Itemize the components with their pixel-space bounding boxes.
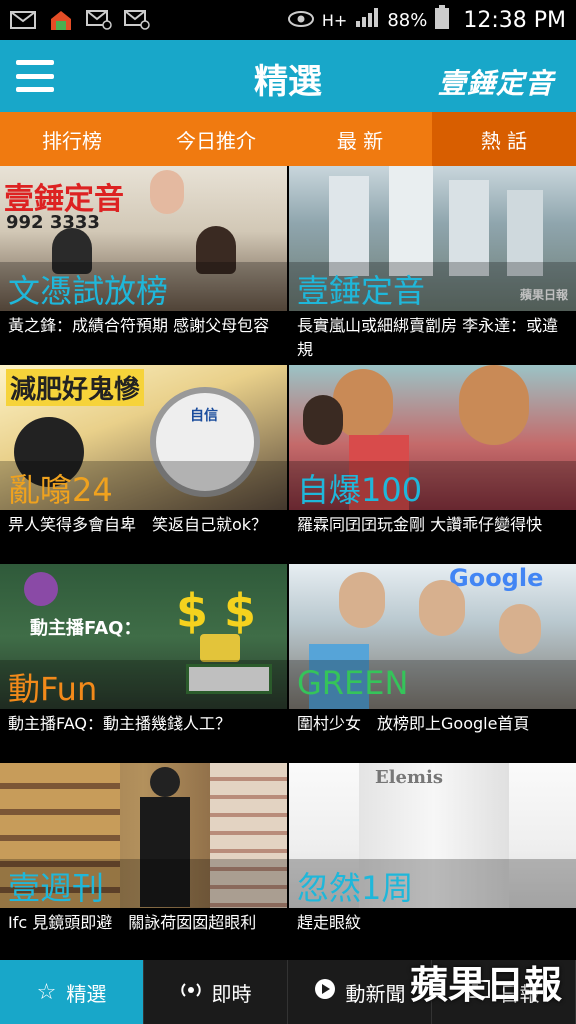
tile-caption: 趕走眼紋 — [297, 913, 362, 932]
app-bar: 精選 壹錘定音 — [0, 40, 576, 112]
tile-caption: 動主播FAQ：動主播幾錢人工？ — [8, 714, 231, 733]
tile-caption: 羅霖同囝囝玩金剛 大讚乖仔變得快 — [297, 515, 543, 534]
signal-icon — [355, 7, 379, 33]
tile-category: 壹錘定音 — [297, 272, 426, 310]
mail-icon — [10, 9, 36, 31]
tile-confession-100[interactable]: 自爆100 羅霖同囝囝玩金剛 大讚乖仔變得快 — [289, 365, 576, 564]
tab-today-picks[interactable]: 今日推介 — [144, 112, 288, 166]
tab-hot-topics[interactable]: 熱 話 — [432, 112, 576, 166]
eye-icon — [287, 8, 314, 33]
mail-at-icon — [86, 9, 112, 31]
radio-icon — [180, 980, 202, 1005]
network-type: H+ — [321, 10, 348, 30]
star-icon: ☆ — [36, 979, 57, 1005]
tile-one-hammer[interactable]: 蘋果日報 壹錘定音 長實嵐山或細綁賣劏房 李永達：或違規 — [289, 166, 576, 365]
tile-random-talk[interactable]: 減肥好鬼慘 自信 亂噏24 畀人笑得多會自卑 笑返自己就ok？ — [0, 365, 287, 564]
tile-category: 壹週刊 — [8, 869, 105, 907]
tile-caption: 畀人笑得多會自卑 笑返自己就ok？ — [8, 515, 268, 534]
nav-featured[interactable]: ☆ 精選 — [0, 960, 144, 1024]
battery-icon — [435, 5, 450, 35]
tile-green[interactable]: Google GREEN 圍村少女 放榜即上Google首頁 — [289, 564, 576, 763]
tile-caption: Ifc 見鏡頭即避 關詠荷囡囡超眼利 — [8, 913, 257, 932]
nav-instant[interactable]: 即時 — [144, 960, 288, 1024]
tile-dse-results[interactable]: 壹錘定音 992 3333 文憑試放榜 黃之鋒：成績合符預期 感謝父母包容 — [0, 166, 287, 365]
status-bar: H+ 88% 12:38 PM — [0, 0, 576, 40]
tile-caption: 黃之鋒：成績合符預期 感謝父母包容 — [8, 316, 270, 335]
play-icon — [314, 978, 336, 1006]
tile-next-magazine[interactable]: 壹週刊 Ifc 見鏡頭即避 關詠荷囡囡超眼利 — [0, 763, 287, 960]
tile-category: 自爆100 — [297, 471, 423, 509]
battery-percent: 88% — [387, 9, 428, 31]
tile-category: 忽然1周 — [297, 869, 414, 907]
apple-daily-watermark: 蘋果日報 — [409, 963, 562, 1007]
tile-caption: 長實嵐山或細綁賣劏房 李永達：或違規 — [297, 316, 559, 359]
tab-latest[interactable]: 最 新 — [288, 112, 432, 166]
featured-grid: 壹錘定音 992 3333 文憑試放榜 黃之鋒：成績合符預期 感謝父母包容 蘋果… — [0, 166, 576, 960]
tile-category: 文憑試放榜 — [8, 272, 169, 310]
mail-at-icon-2 — [124, 9, 150, 31]
tile-dong-fun[interactable]: 動主播FAQ： $ $ 動Fun 動主播FAQ：動主播幾錢人工？ — [0, 564, 287, 763]
tab-bar: 排行榜 今日推介 最 新 熱 話 — [0, 112, 576, 166]
tile-category: 亂噏24 — [8, 471, 113, 509]
tile-category: 動Fun — [8, 670, 98, 708]
image-icon — [48, 9, 74, 31]
brand-logo[interactable]: 壹錘定音 — [438, 62, 554, 102]
clock: 12:38 PM — [463, 7, 566, 33]
tab-ranking[interactable]: 排行榜 — [0, 112, 144, 166]
tile-sudden-weekly[interactable]: Elemis 忽然1周 趕走眼紋 — [289, 763, 576, 960]
tile-caption: 圍村少女 放榜即上Google首頁 — [297, 714, 530, 733]
tile-category: GREEN — [297, 664, 409, 702]
